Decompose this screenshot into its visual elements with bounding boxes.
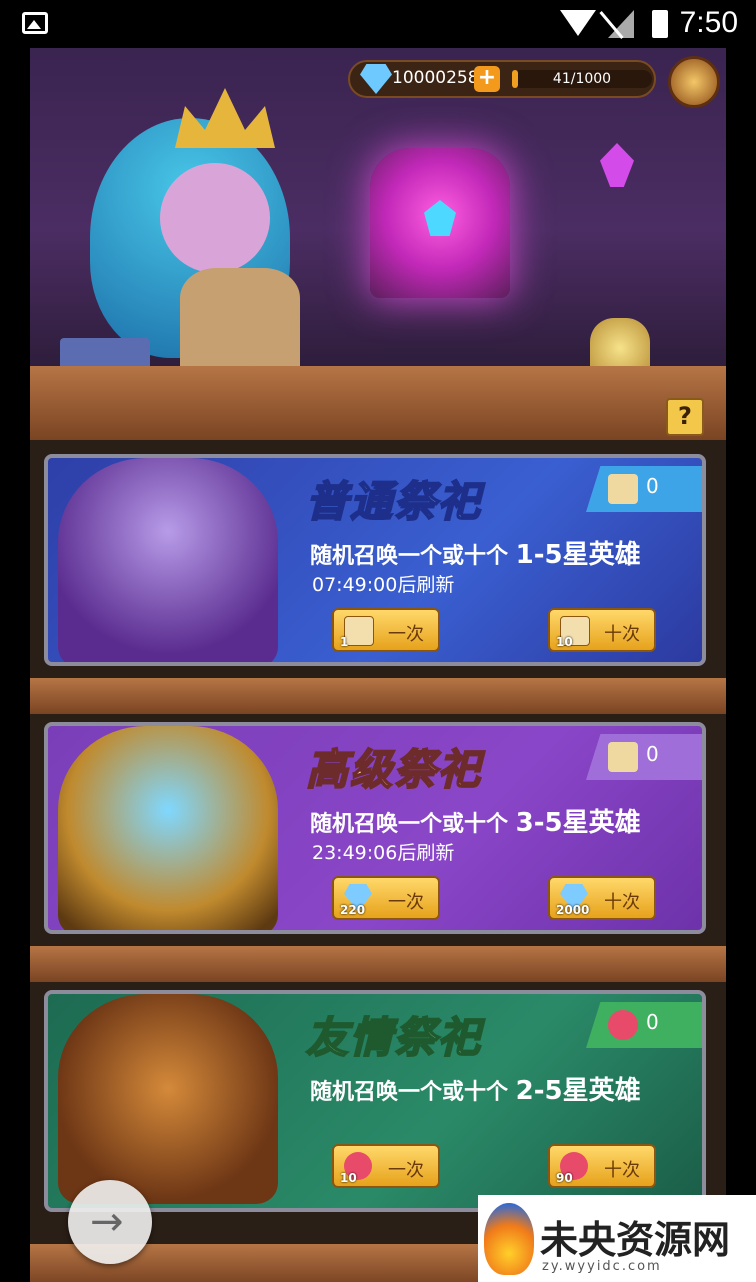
battery-icon	[652, 10, 668, 38]
watermark-url: zy.wyyidc.com	[542, 1259, 662, 1274]
ticket-count-badge: 0	[586, 734, 702, 780]
summon-once-button[interactable]: 220 一次	[332, 876, 440, 920]
no-signal-icon	[608, 10, 634, 38]
summon-ten-button[interactable]: 10 十次	[548, 608, 656, 652]
arrow-right-icon: →	[90, 1199, 124, 1245]
normal-summon-card: 普通祭祀 随机召唤一个或十个 1-5星英雄 07:49:00后刷新 0 1 一次…	[44, 454, 706, 666]
card-description: 随机召唤一个或十个 2-5星英雄	[310, 1076, 641, 1106]
card-title: 友情祭祀	[305, 1012, 483, 1063]
refresh-timer: 07:49:00后刷新	[312, 574, 455, 596]
scroll-icon	[608, 742, 638, 772]
scroll-icon	[608, 474, 638, 504]
card-title: 普通祭祀	[305, 476, 483, 527]
altar-gem-icon	[424, 200, 456, 236]
gallery-icon	[22, 12, 48, 34]
refresh-timer: 23:49:06后刷新	[312, 842, 455, 864]
player-avatar[interactable]	[668, 56, 720, 108]
shelf-top	[30, 366, 726, 440]
friendship-points-badge: 0	[586, 1002, 702, 1048]
summon-ten-button[interactable]: 90 十次	[548, 1144, 656, 1188]
exp-bar: 41/1000	[512, 70, 652, 88]
card-description: 随机召唤一个或十个 1-5星英雄	[310, 540, 641, 570]
watermark-text: 未央资源网	[540, 1217, 731, 1262]
altar-scene: 100002589 + 41/1000	[30, 48, 726, 378]
scroll-icon	[344, 616, 374, 646]
advanced-summon-card: 高级祭祀 随机召唤一个或十个 3-5星英雄 23:49:06后刷新 0 220 …	[44, 722, 706, 934]
friendship-summon-card: 友情祭祀 随机召唤一个或十个 2-5星英雄 0 10 一次 90 十次	[44, 990, 706, 1212]
flame-logo-icon	[484, 1203, 534, 1275]
wifi-icon	[560, 10, 596, 36]
status-time: 7:50	[679, 6, 738, 39]
watermark: 未央资源网 zy.wyyidc.com	[478, 1195, 756, 1282]
armored-spirit-character	[58, 726, 278, 930]
exp-text: 41/1000	[552, 71, 612, 87]
next-button[interactable]: →	[68, 1180, 152, 1264]
summon-ten-button[interactable]: 2000 十次	[548, 876, 656, 920]
status-bar: 7:50	[0, 0, 756, 48]
add-diamonds-button[interactable]: +	[474, 66, 500, 92]
card-title: 高级祭祀	[305, 744, 483, 795]
summon-once-button[interactable]: 1 一次	[332, 608, 440, 652]
summon-screen: 100002589 + 41/1000 ? 普通祭祀 随机召唤一个或十个 1-5…	[30, 48, 726, 1282]
diamond-icon	[360, 64, 392, 94]
crystal-icon	[600, 143, 634, 187]
summon-altar	[370, 148, 510, 298]
ticket-count-badge: 0	[586, 466, 702, 512]
shelf-2	[30, 946, 726, 982]
minotaur-character	[58, 994, 278, 1204]
help-button[interactable]: ?	[666, 398, 704, 436]
heart-icon	[608, 1010, 638, 1040]
currency-bar: 100002589 + 41/1000	[348, 60, 656, 98]
summon-once-button[interactable]: 10 一次	[332, 1144, 440, 1188]
priestess-character	[90, 68, 320, 368]
succubus-character	[58, 458, 278, 662]
shelf-1	[30, 678, 726, 714]
card-description: 随机召唤一个或十个 3-5星英雄	[310, 808, 641, 838]
